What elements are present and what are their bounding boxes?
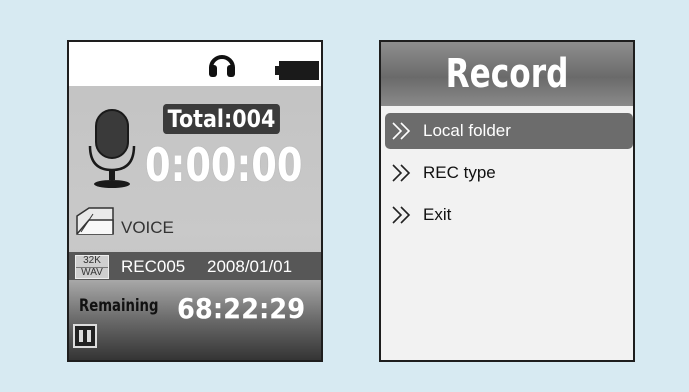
menu-item-rec-type[interactable]: REC type — [385, 155, 633, 191]
double-chevron-icon — [392, 206, 411, 224]
battery-icon — [279, 61, 319, 80]
remaining-label: Remaining — [79, 296, 159, 316]
format-badge: 32K WAV — [75, 255, 109, 279]
menu-item-label: Exit — [423, 205, 452, 224]
format-type: WAV — [81, 267, 103, 278]
double-chevron-icon — [392, 164, 411, 182]
menu-item-local-folder[interactable]: Local folder — [385, 113, 633, 149]
folder-label: VOICE — [121, 218, 174, 237]
microphone-icon — [88, 109, 136, 188]
folder-icon — [76, 207, 114, 235]
double-chevron-icon — [392, 122, 411, 140]
record-menu-screen: Record Local folder REC type Exit — [379, 40, 635, 362]
file-name: REC005 — [121, 257, 186, 276]
elapsed-time: 0:00:00 — [145, 138, 303, 192]
remaining-time: 68:22:29 — [177, 292, 306, 325]
menu-item-exit[interactable]: Exit — [385, 197, 633, 233]
total-count: Total:004 — [163, 104, 280, 134]
headphones-icon — [209, 55, 235, 77]
menu-item-label: REC type — [423, 163, 496, 182]
recording-screen: Total:004 0:00:00 VOICE 32K WAV REC005 2… — [67, 40, 323, 362]
menu-item-label: Local folder — [423, 121, 511, 140]
menu-title: Record — [445, 51, 569, 97]
file-date: 2008/01/01 — [207, 257, 293, 276]
pause-icon[interactable] — [73, 324, 97, 348]
